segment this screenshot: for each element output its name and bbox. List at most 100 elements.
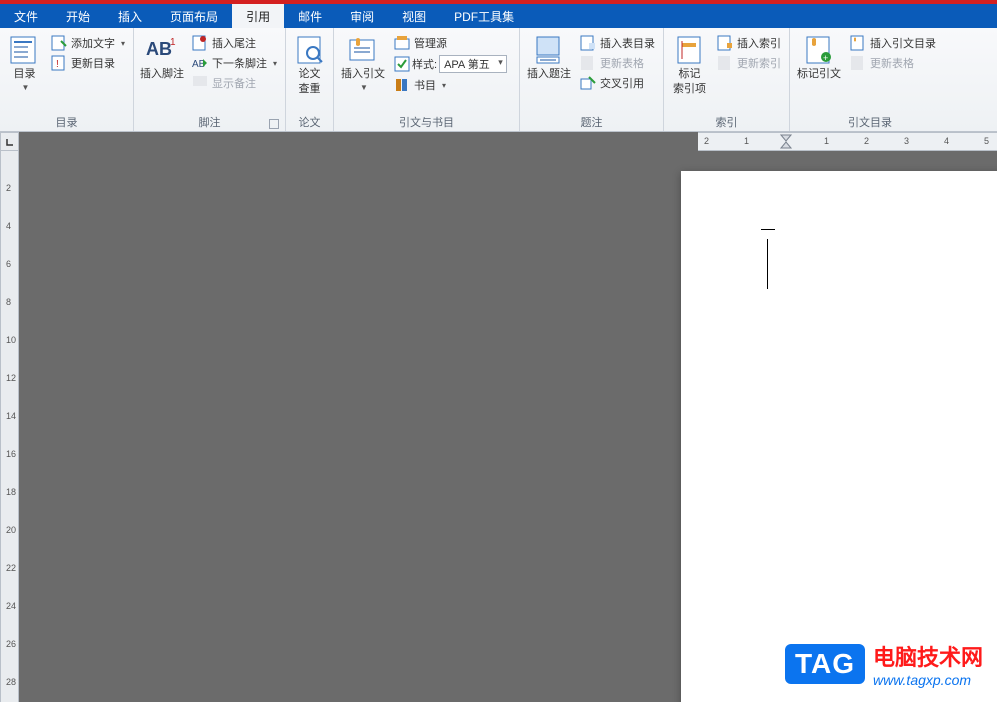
watermark-title: 电脑技术网 [873,640,983,672]
next-footnote-button[interactable]: AB 下一条脚注 ▾ [188,54,281,72]
add-text-button[interactable]: 添加文字 ▾ [47,34,129,52]
tab-insert[interactable]: 插入 [104,4,156,28]
dropdown-icon: ▾ [442,81,446,90]
ribbon: 目录 ▼ 添加文字 ▾ ! 更新目录 目录 AB1 [0,28,997,132]
group-captions: 插入题注 插入表目录 更新表格 交叉引用 题注 [520,28,664,131]
update-table-icon [580,55,596,71]
ribbon-tabs: 文件 开始 插入 页面布局 引用 邮件 审阅 视图 PDF工具集 [0,4,997,28]
svg-text:AB: AB [146,39,172,59]
group-authorities: + 标记引文 插入引文目录 更新表格 引文目录 [790,28,950,131]
insert-caption-button[interactable]: 插入题注 [524,30,574,85]
update-authorities-icon [850,55,866,71]
insert-index-icon [717,35,733,51]
mark-index-label2: 索引项 [673,83,706,96]
mark-index-label1: 标记 [679,68,701,81]
insert-endnote-label: 插入尾注 [212,35,256,51]
group-citations: 插入引文 ▼ 管理源 样式: APA 第五 书目 ▾ [334,28,520,131]
watermark: TAG 电脑技术网 www.tagxp.com [785,640,983,688]
update-table-button[interactable]: 更新表格 [576,54,659,72]
group-paper-label: 论文 [290,113,329,131]
insert-authorities-button[interactable]: 插入引文目录 [846,34,940,52]
tab-file[interactable]: 文件 [0,4,52,28]
insert-footnote-button[interactable]: AB1 插入脚注 [138,30,186,85]
mark-citation-button[interactable]: + 标记引文 [794,30,844,85]
ruler-tick: 8 [6,297,11,307]
caption-icon [533,34,565,66]
ruler-tick: 26 [6,639,16,649]
manage-sources-button[interactable]: 管理源 [390,34,511,52]
tab-review[interactable]: 审阅 [336,4,388,28]
ruler-corner[interactable] [0,132,19,151]
group-toc-label: 目录 [4,113,129,131]
show-notes-icon [192,75,208,91]
ruler-tick: 4 [944,136,949,146]
tab-references[interactable]: 引用 [232,4,284,28]
ruler-tick: 2 [864,136,869,146]
ruler-tick: 28 [6,677,16,687]
insert-table-figures-button[interactable]: 插入表目录 [576,34,659,52]
tab-view[interactable]: 视图 [388,4,440,28]
indent-marker[interactable] [780,132,792,151]
update-toc-icon: ! [51,55,67,71]
cross-reference-label: 交叉引用 [600,75,644,91]
dropdown-icon: ▾ [273,59,277,68]
style-label: 样式: [412,56,437,72]
insert-endnote-button[interactable]: 插入尾注 [188,34,281,52]
ruler-tick: 1 [744,136,749,146]
toc-icon [8,34,40,66]
insert-index-button[interactable]: 插入索引 [713,34,785,52]
footnote-icon: AB1 [146,34,178,66]
tab-mail[interactable]: 邮件 [284,4,336,28]
toc-button[interactable]: 目录 ▼ [4,30,45,96]
paper-check-button[interactable]: 论文 查重 [290,30,329,100]
insert-citation-label: 插入引文 [341,68,385,81]
watermark-url: www.tagxp.com [873,672,983,688]
workspace: 2 1 1 2 3 4 5 2 4 6 8 10 12 14 16 18 20 … [0,132,997,702]
ruler-tick: 20 [6,525,16,535]
ruler-tick: 10 [6,335,16,345]
update-toc-label: 更新目录 [71,55,115,71]
ruler-tick: 22 [6,563,16,573]
document-canvas[interactable] [19,151,997,702]
citation-style-row: 样式: APA 第五 [390,54,511,74]
ruler-tick: 24 [6,601,16,611]
insert-authorities-label: 插入引文目录 [870,35,936,51]
update-index-label: 更新索引 [737,55,781,71]
citation-style-select[interactable]: APA 第五 [439,55,507,73]
update-authorities-label: 更新表格 [870,55,914,71]
document-page[interactable] [681,171,997,702]
paper-check-label1: 论文 [299,68,321,81]
svg-text:1: 1 [170,37,176,48]
bibliography-label: 书目 [414,77,436,93]
tab-pdf[interactable]: PDF工具集 [440,4,528,28]
insert-table-figures-label: 插入表目录 [600,35,655,51]
insert-citation-button[interactable]: 插入引文 ▼ [338,30,388,96]
tab-home[interactable]: 开始 [52,4,104,28]
update-index-button[interactable]: 更新索引 [713,54,785,72]
add-text-label: 添加文字 [71,35,115,51]
vertical-ruler[interactable]: 2 4 6 8 10 12 14 16 18 20 22 24 26 28 [0,151,19,702]
style-icon [394,56,410,72]
mark-citation-icon: + [803,34,835,66]
insert-footnote-label: 插入脚注 [140,68,184,81]
bibliography-button[interactable]: 书目 ▾ [390,76,511,94]
ruler-tick: 1 [824,136,829,146]
update-authorities-button[interactable]: 更新表格 [846,54,940,72]
group-citations-label: 引文与书目 [338,113,515,131]
bibliography-icon [394,77,410,93]
mark-index-entry-button[interactable]: 标记 索引项 [668,30,711,100]
update-toc-button[interactable]: ! 更新目录 [47,54,129,72]
tab-layout[interactable]: 页面布局 [156,4,232,28]
ruler-tick: 5 [984,136,989,146]
show-notes-button[interactable]: 显示备注 [188,74,281,92]
cross-reference-button[interactable]: 交叉引用 [576,74,659,92]
ruler-tick: 2 [704,136,709,146]
crossref-icon [580,75,596,91]
group-footnotes-label: 脚注 [138,113,281,131]
horizontal-ruler[interactable]: 2 1 1 2 3 4 5 [19,132,997,151]
insert-authorities-icon [850,35,866,51]
insert-caption-label: 插入题注 [527,68,571,81]
show-notes-label: 显示备注 [212,75,256,91]
ruler-tick: 4 [6,221,11,231]
footnotes-launcher-icon[interactable] [269,119,279,129]
